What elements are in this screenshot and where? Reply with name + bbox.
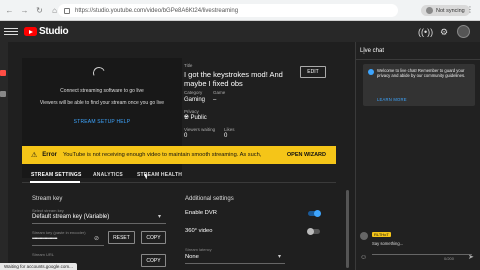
chat-message-input[interactable]: Say something... xyxy=(372,241,403,246)
select-key-dropdown[interactable]: Default stream key (Variable) xyxy=(32,214,109,220)
profile-avatar xyxy=(426,7,433,14)
settings-gear-icon[interactable]: ⚙ xyxy=(440,27,448,38)
manage-nav-icon[interactable] xyxy=(0,91,6,97)
profile-button[interactable]: Not syncing xyxy=(421,5,470,16)
forward-icon[interactable]: → xyxy=(19,5,30,16)
likes-value: 0 xyxy=(224,133,228,139)
live-chat-panel: Live chat ⋮ Welcome to live chat! Rememb… xyxy=(355,42,480,270)
tab-stream-health[interactable]: STREAM HEALTH xyxy=(137,172,182,178)
video360-toggle[interactable] xyxy=(307,228,320,235)
emoji-icon[interactable]: ☺ xyxy=(360,254,367,261)
youtube-logo-icon xyxy=(24,27,37,36)
latency-dropdown[interactable]: None xyxy=(185,254,199,260)
privacy-text: Public xyxy=(190,115,207,121)
learn-more-link[interactable]: LEARN MORE xyxy=(377,97,407,102)
latency-label: Stream latency xyxy=(185,247,212,252)
hamburger-menu-icon[interactable] xyxy=(4,27,18,37)
latency-arrow-icon[interactable]: ▾ xyxy=(278,253,281,260)
live-nav-icon[interactable] xyxy=(0,70,6,76)
left-rail xyxy=(0,42,8,270)
studio-header: Studio ((•)) ⚙ xyxy=(0,21,480,42)
send-icon[interactable]: ➤ xyxy=(468,253,474,261)
category-label: Category xyxy=(184,90,203,95)
stream-key-field[interactable]: •••••••••••••••••••• xyxy=(32,236,58,242)
select-key-label: Select stream key xyxy=(32,208,64,213)
welcome-card: Welcome to live chat! Remember to guard … xyxy=(363,64,475,106)
copy-url-button[interactable]: COPY xyxy=(141,254,166,267)
reload-icon[interactable]: ↻ xyxy=(34,5,45,16)
viewers-value: 0 xyxy=(184,133,188,139)
back-icon[interactable]: ← xyxy=(4,5,15,16)
reset-button[interactable]: RESET xyxy=(108,231,135,244)
dvr-label: Enable DVR xyxy=(185,210,217,216)
stream-key-field-label: Stream key (paste in encoder) xyxy=(32,230,86,235)
visibility-off-icon[interactable]: ⊘ xyxy=(94,235,99,242)
game-value: – xyxy=(213,97,217,103)
category-value: Gaming xyxy=(184,97,206,103)
char-counter: 0/200 xyxy=(444,256,455,261)
error-banner: ⚠ Error YouTube is not receiving enough … xyxy=(22,146,336,164)
latency-underline xyxy=(185,263,285,264)
info-icon xyxy=(368,69,374,75)
additional-settings-heading: Additional settings xyxy=(185,196,234,202)
dvr-toggle-knob xyxy=(314,210,321,217)
edit-button[interactable]: EDIT xyxy=(300,66,326,78)
video360-toggle-knob xyxy=(307,228,314,235)
privacy-label: Privacy xyxy=(184,109,199,114)
main-scrollbar[interactable] xyxy=(346,190,349,268)
warning-icon: ⚠ xyxy=(31,152,38,159)
lock-icon xyxy=(64,7,70,14)
dvr-toggle[interactable] xyxy=(308,210,321,217)
address-bar[interactable]: https://studio.youtube.com/video/bGPe8A6… xyxy=(58,4,398,17)
title-label: Title xyxy=(184,63,193,68)
account-avatar[interactable] xyxy=(457,25,470,38)
browser-toolbar: ← → ↻ ⌂ https://studio.youtube.com/video… xyxy=(0,0,480,21)
error-title: Error xyxy=(42,152,57,158)
open-wizard-button[interactable]: OPEN WIZARD xyxy=(287,152,326,158)
select-underline xyxy=(32,223,166,224)
stream-key-heading: Stream key xyxy=(32,196,63,202)
privacy-value: 🌐︎ Public xyxy=(184,115,207,122)
chat-input-underline xyxy=(372,254,472,255)
studio-logo[interactable]: Studio xyxy=(24,26,69,37)
preview-message: Connect streaming software to go live xyxy=(60,88,144,94)
url-text: https://studio.youtube.com/video/bGPe8A6… xyxy=(75,7,239,14)
profile-label: Not syncing xyxy=(436,7,465,14)
browser-menu-icon[interactable]: ⋮ xyxy=(466,5,474,14)
studio-logo-text: Studio xyxy=(39,26,69,37)
welcome-text: Welcome to live chat! Remember to guard … xyxy=(377,68,466,79)
stream-url-label: Stream URL xyxy=(32,252,55,257)
settings-tabs: STREAM SETTINGS ANALYTICS STREAM HEALTH xyxy=(22,171,336,183)
browser-status-bar: Waiting for accounts.google.com... xyxy=(0,263,77,270)
chat-header: Live chat ⋮ xyxy=(356,42,480,60)
key-underline xyxy=(32,245,104,246)
preview-submessage: Viewers will be able to find your stream… xyxy=(39,100,165,106)
dropdown-arrow-icon[interactable]: ▾ xyxy=(158,213,161,220)
video360-label: 360° video xyxy=(185,228,213,234)
stream-setup-help-link[interactable]: STREAM SETUP HELP xyxy=(32,119,172,125)
chat-user-avatar xyxy=(360,232,368,240)
viewers-label: Viewers waiting xyxy=(184,127,216,132)
tab-analytics[interactable]: ANALYTICS xyxy=(93,172,123,178)
error-message: YouTube is not receiving enough video to… xyxy=(62,152,263,158)
game-label: Game xyxy=(213,90,226,95)
active-tab-indicator xyxy=(30,181,80,183)
likes-label: Likes xyxy=(224,127,235,132)
tab-stream-settings[interactable]: STREAM SETTINGS xyxy=(31,172,82,178)
chat-more-icon[interactable]: ⋮ xyxy=(360,46,475,55)
chat-user-name: RLTHoT xyxy=(372,232,391,237)
broadcast-icon[interactable]: ((•)) xyxy=(418,27,433,37)
copy-key-button[interactable]: COPY xyxy=(141,231,166,244)
stream-title: I got the keystrokes mod! And maybe I fi… xyxy=(184,70,283,88)
